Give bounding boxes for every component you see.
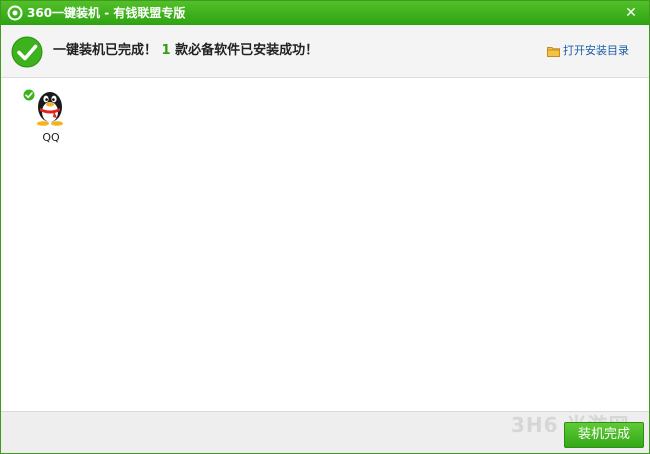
installed-count: 1 (161, 43, 171, 58)
status-text-part1: 一键装机已完成！ (53, 43, 158, 58)
installed-apps-list: QQ (1, 78, 649, 411)
app-item-qq[interactable]: QQ (23, 86, 79, 146)
close-button[interactable]: ✕ (621, 3, 641, 23)
check-circle-icon (11, 36, 43, 68)
qq-penguin-icon (37, 92, 63, 126)
title-bar[interactable]: 360一键装机 - 有钱联盟专版 ✕ (1, 1, 649, 25)
app-label: QQ (42, 131, 60, 144)
folder-icon (547, 46, 560, 57)
open-install-dir-label: 打开安装目录 (563, 44, 629, 57)
status-header: 一键装机已完成！ 1 款必备软件已安装成功！ 打开安装目录 (1, 25, 649, 78)
install-status-message: 一键装机已完成！ 1 款必备软件已安装成功！ (53, 42, 318, 60)
installer-window: 360一键装机 - 有钱联盟专版 ✕ 一键装机已完成！ 1 款必备软件已安装成功… (0, 0, 650, 454)
open-install-dir-link[interactable]: 打开安装目录 (547, 43, 629, 59)
app-logo-icon (7, 5, 23, 21)
window-title: 360一键装机 - 有钱联盟专版 (27, 6, 186, 20)
status-text-part2: 款必备软件已安装成功！ (175, 43, 319, 58)
finish-button[interactable]: 装机完成 (564, 422, 644, 448)
footer-bar: 3H6 当游网 装机完成 (1, 411, 649, 453)
close-icon: ✕ (625, 5, 637, 21)
